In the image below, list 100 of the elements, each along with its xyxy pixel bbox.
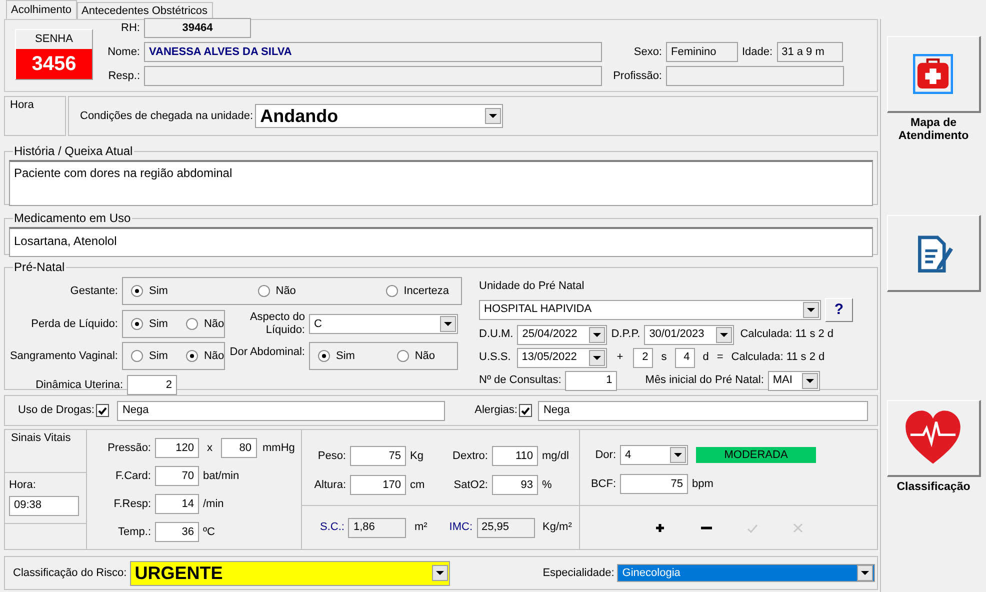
field-label: Nome:	[106, 44, 140, 60]
field-label: Kg	[410, 448, 424, 464]
field-label: Uso de Drogas:	[18, 403, 94, 418]
dropdown[interactable]: URGENTE	[130, 560, 450, 586]
caret-icon	[720, 332, 728, 336]
input-field[interactable]: 70	[155, 466, 199, 486]
input-field[interactable]: 2	[633, 348, 654, 368]
radio-button[interactable]	[131, 350, 143, 362]
radio-label[interactable]: Sim	[149, 316, 168, 332]
senha-number: 3456	[16, 49, 92, 79]
dropdown[interactable]: C	[309, 314, 458, 334]
field-label: Temp.:	[116, 524, 151, 540]
input-field[interactable]: 75	[620, 474, 688, 494]
input-field[interactable]	[144, 66, 602, 86]
radio-label[interactable]: Incerteza	[404, 282, 449, 300]
field-label: Dor Abdominal:	[228, 345, 306, 360]
field-label: Aspecto do Líquido:	[248, 311, 306, 337]
radio-button[interactable]	[186, 350, 198, 362]
input-field[interactable]: 09:38	[9, 496, 79, 516]
field-label: Sangramento Vaginal:	[9, 348, 119, 364]
input-field[interactable]	[666, 66, 844, 86]
radio-label[interactable]: Não	[276, 282, 296, 300]
input-field[interactable]: 31 a 9 m	[776, 42, 843, 62]
input-field[interactable]: 110	[492, 446, 538, 466]
tab[interactable]: Antecedentes Obstétricos	[76, 2, 213, 19]
checkbox[interactable]	[519, 404, 532, 417]
radio-button[interactable]	[131, 318, 143, 330]
input-field[interactable]: 80	[220, 438, 256, 458]
field-label: Hora:	[9, 478, 37, 493]
dropdown[interactable]: 30/01/2023	[644, 324, 734, 344]
radio-label[interactable]: Não	[204, 316, 224, 332]
field-label: Dinâmica Uterina:	[34, 378, 124, 393]
input-field[interactable]: Nega	[538, 400, 868, 420]
field-label: SatO2:	[452, 478, 488, 493]
field-label: Mês inicial do Pré Natal:	[645, 373, 764, 388]
input-field[interactable]: 25,95	[476, 518, 535, 538]
field-label: Perda de Líquido:	[30, 316, 119, 332]
field-label: =	[716, 350, 724, 366]
field-label: Gestante:	[69, 284, 119, 299]
senha-button[interactable]: SENHA 3456	[15, 29, 93, 80]
text-area[interactable]: Paciente com dores na região abdominal	[9, 160, 873, 206]
dropdown[interactable]: HOSPITAL HAPIVIDA	[479, 300, 821, 320]
radio-label[interactable]: Sim	[336, 348, 355, 364]
field-label: Calculada: 11 s 2 d	[740, 327, 834, 342]
caret-icon	[593, 332, 602, 336]
field-label: Calculada: 11 s 2 d	[731, 350, 825, 366]
radio-button[interactable]	[386, 285, 398, 297]
text-area[interactable]: Losartana, Atenolol	[9, 227, 873, 257]
field-label: F.Card:	[114, 468, 151, 484]
toolbar-button[interactable]	[886, 215, 980, 292]
field-label: Idade:	[742, 44, 773, 60]
dropdown[interactable]: MAI	[768, 370, 820, 390]
input-field[interactable]: 36	[155, 522, 199, 542]
field-label: Altura:	[313, 478, 346, 493]
input-field[interactable]: 93	[492, 475, 538, 495]
field-label: IMC:	[449, 520, 473, 536]
radio-button[interactable]	[396, 350, 409, 362]
input-field[interactable]: 170	[350, 475, 406, 495]
caret-icon	[489, 114, 498, 118]
toolbar-button[interactable]	[886, 400, 980, 477]
input-field[interactable]: 4	[674, 348, 695, 368]
radio-button[interactable]	[258, 285, 270, 297]
input-field[interactable]: 1	[565, 370, 618, 390]
pain-level-badge: MODERADA	[696, 447, 816, 463]
input-field[interactable]: 39464	[144, 18, 251, 38]
dropdown[interactable]: 25/04/2022	[517, 324, 608, 344]
button-caption: Mapa de Atendimento	[897, 117, 970, 143]
field-label: Classificação do Risco:	[13, 566, 127, 581]
tab[interactable]: Acolhimento	[6, 0, 77, 19]
help-button[interactable]: ?	[825, 298, 853, 322]
field-label: +	[616, 350, 624, 366]
radio-label[interactable]: Não	[204, 348, 224, 364]
toolbar-button[interactable]	[886, 36, 980, 113]
input-field[interactable]: 120	[155, 438, 199, 458]
input-field[interactable]: 14	[155, 494, 199, 514]
dropdown[interactable]: Ginecologia	[617, 564, 876, 582]
dropdown[interactable]: 4	[620, 445, 688, 465]
field-label: bpm	[692, 476, 714, 492]
checkbox[interactable]	[96, 404, 110, 417]
field-label: Kg/m²	[542, 520, 572, 536]
radio-button[interactable]	[131, 285, 143, 297]
input-field[interactable]: Feminino	[666, 42, 738, 62]
field-label: Peso:	[316, 448, 346, 464]
radio-label[interactable]: Sim	[149, 348, 168, 364]
dropdown[interactable]: 13/05/2022	[516, 348, 607, 368]
dropdown[interactable]: Andando	[255, 104, 504, 128]
radio-label[interactable]: Sim	[149, 282, 168, 300]
input-field[interactable]: 1,86	[348, 518, 406, 538]
field-label: cm	[410, 478, 426, 493]
radio-button[interactable]	[318, 350, 330, 362]
field-label: Pressão:	[106, 440, 151, 456]
radio-label[interactable]: Não	[414, 348, 435, 364]
caret-icon	[806, 378, 814, 382]
radio-button[interactable]	[186, 318, 198, 330]
input-field[interactable]: Nega	[117, 400, 446, 420]
input-field[interactable]: VANESSA ALVES DA SILVA	[144, 42, 602, 62]
input-field[interactable]: 75	[350, 446, 406, 466]
input-field[interactable]: 2	[127, 375, 177, 395]
caret-icon	[592, 356, 601, 360]
caret-icon	[444, 322, 452, 326]
